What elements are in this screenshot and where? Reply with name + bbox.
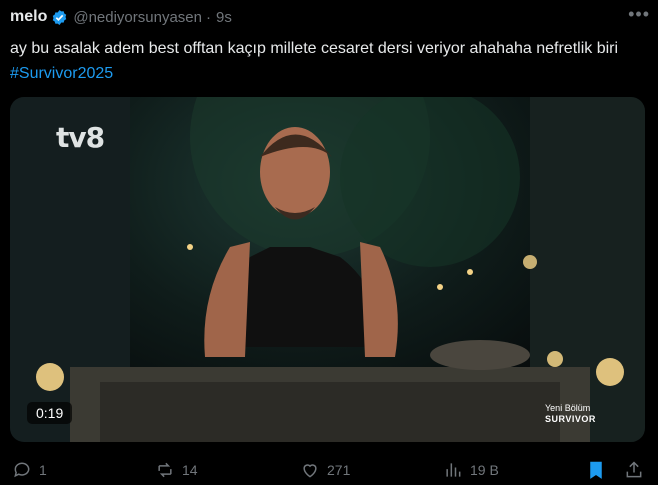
share-button[interactable] <box>624 455 644 485</box>
video-frame <box>10 97 645 442</box>
video-duration: 0:19 <box>27 402 73 424</box>
promo-badge: Yeni Bölüm SURVIVOR <box>545 403 596 425</box>
promo-line1: Yeni Bölüm <box>545 403 591 413</box>
separator-dot: · <box>205 8 211 26</box>
timestamp[interactable]: 9s <box>216 9 232 26</box>
user-handle[interactable]: @nediyorsunyasen <box>73 9 202 26</box>
repost-button[interactable]: 14 <box>155 455 198 485</box>
more-options-icon[interactable]: ••• <box>628 4 650 25</box>
views-chart-icon <box>446 463 461 477</box>
like-button[interactable]: 271 <box>300 455 350 485</box>
bookmark-icon <box>590 461 602 479</box>
hashtag-link[interactable]: #Survivor2025 <box>10 65 113 82</box>
action-bar: 1 14 271 19 B <box>0 455 658 485</box>
bookmark-button[interactable] <box>586 455 606 485</box>
reply-button[interactable]: 1 <box>12 455 47 485</box>
video-player[interactable]: tv8 0:19 Yeni Bölüm SURVIVOR <box>10 97 645 442</box>
heart-icon <box>303 464 317 478</box>
like-count: 271 <box>327 462 351 478</box>
reply-count: 1 <box>39 462 47 478</box>
promo-line2: SURVIVOR <box>545 414 596 424</box>
share-icon <box>626 461 642 478</box>
tweet-body: ay bu asalak adem best offtan kaçıp mill… <box>10 40 619 57</box>
repost-count: 14 <box>182 462 198 478</box>
channel-logo: tv8 <box>56 121 105 154</box>
views-count: 19 B <box>470 462 499 478</box>
tweet-text: ay bu asalak adem best offtan kaçıp mill… <box>10 36 650 86</box>
tweet-header: melo @nediyorsunyasen · 9s <box>10 6 648 28</box>
reply-icon <box>14 462 30 478</box>
repost-icon <box>158 462 172 478</box>
views-button[interactable]: 19 B <box>443 455 499 485</box>
verified-badge-icon <box>51 9 68 26</box>
display-name[interactable]: melo <box>10 8 47 26</box>
